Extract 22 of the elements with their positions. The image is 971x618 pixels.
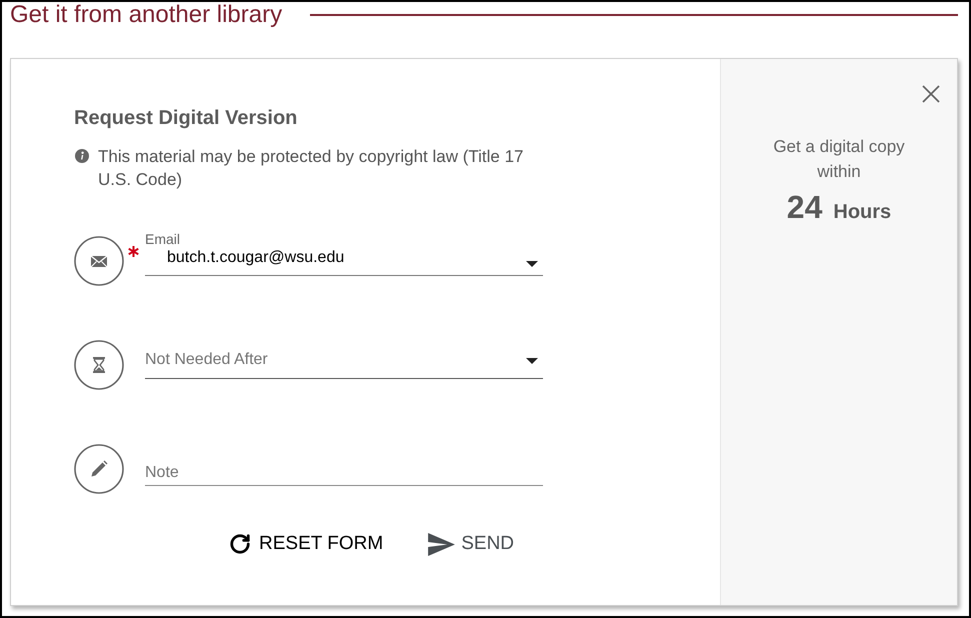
copyright-notice: This material may be protected by copyright law (Title 17 U.S. Code)	[98, 146, 524, 191]
email-label: Email	[145, 231, 180, 247]
reset-form-button[interactable]: RESET FORM	[221, 526, 392, 562]
caret-icon	[526, 358, 538, 364]
section-title: Get it from another library	[10, 2, 282, 28]
turnaround-unit: Hours	[833, 200, 892, 224]
envelope-icon	[74, 236, 124, 286]
turnaround-number: 24	[786, 189, 822, 225]
email-select[interactable]: butch.t.cougar@wsu.edu	[145, 247, 543, 276]
hourglass-icon	[74, 340, 124, 390]
close-button[interactable]	[922, 85, 940, 103]
send-icon	[428, 532, 456, 556]
turnaround-text: Get a digital copy within	[772, 136, 906, 183]
pencil-icon	[74, 444, 124, 494]
date-select[interactable]: Not Needed After	[145, 349, 543, 379]
send-button[interactable]: SEND	[420, 526, 522, 562]
close-icon	[922, 85, 940, 103]
note-field[interactable]: Note	[145, 462, 543, 486]
info-icon	[75, 149, 89, 163]
form-title: Request Digital Version	[74, 106, 298, 130]
refresh-icon	[229, 533, 251, 555]
caret-icon	[526, 261, 538, 267]
